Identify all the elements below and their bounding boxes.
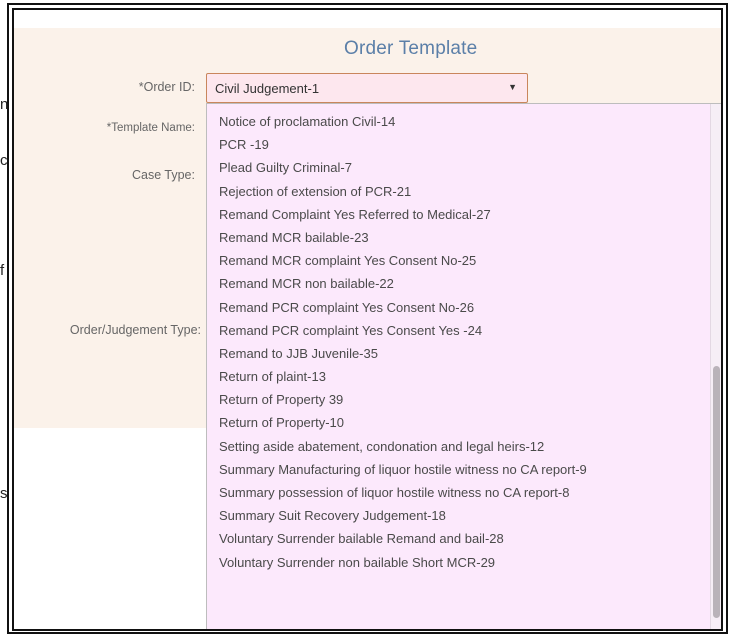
edge-text-fragment: s: [0, 485, 8, 502]
dropdown-option[interactable]: Remand PCR complaint Yes Consent No-26: [219, 296, 721, 319]
dropdown-option[interactable]: Summary possession of liquor hostile wit…: [219, 481, 721, 504]
dropdown-option[interactable]: Setting aside abatement, condonation and…: [219, 435, 721, 458]
order-template-window: Order Template *Order ID: *Template Name…: [12, 8, 723, 631]
dropdown-option[interactable]: Summary Suit Recovery Judgement-18: [219, 504, 721, 527]
dropdown-option[interactable]: Voluntary Surrender non bailable Short M…: [219, 551, 721, 574]
dropdown-option[interactable]: Remand MCR complaint Yes Consent No-25: [219, 249, 721, 272]
order-id-selected-value: Civil Judgement-1: [215, 81, 320, 96]
edge-text-fragment: n: [0, 96, 9, 113]
dropdown-option[interactable]: PCR -19: [219, 133, 721, 156]
edge-text-fragment: c: [0, 152, 8, 169]
template-name-label: *Template Name:: [106, 122, 195, 134]
dropdown-option[interactable]: Return of plaint-13: [219, 365, 721, 388]
chevron-down-icon: ▼: [508, 82, 517, 92]
scrollbar-thumb[interactable]: [713, 366, 720, 618]
order-id-dropdown[interactable]: Notice of proclamation Civil-14 PCR -19 …: [206, 103, 721, 629]
edge-text-fragment: f: [0, 262, 5, 279]
dropdown-option[interactable]: Remand to JJB Juvenile-35: [219, 342, 721, 365]
dropdown-option[interactable]: Remand MCR bailable-23: [219, 226, 721, 249]
case-type-label: Case Type:: [131, 168, 195, 182]
dropdown-scrollbar[interactable]: [710, 104, 721, 629]
page-title: Order Template: [344, 38, 478, 59]
dropdown-option[interactable]: Plead Guilty Criminal-7: [219, 156, 721, 179]
dropdown-list: Notice of proclamation Civil-14 PCR -19 …: [207, 104, 721, 574]
order-id-label: *Order ID:: [138, 80, 195, 94]
dropdown-option[interactable]: Remand MCR non bailable-22: [219, 272, 721, 295]
order-judgement-type-label: Order/Judgement Type:: [69, 323, 201, 337]
dropdown-option[interactable]: Notice of proclamation Civil-14: [219, 110, 721, 133]
order-id-select[interactable]: Civil Judgement-1 ▼: [206, 73, 528, 103]
dropdown-option[interactable]: Rejection of extension of PCR-21: [219, 180, 721, 203]
dropdown-option[interactable]: Remand Complaint Yes Referred to Medical…: [219, 203, 721, 226]
dropdown-option[interactable]: Remand PCR complaint Yes Consent Yes -24: [219, 319, 721, 342]
dropdown-option[interactable]: Summary Manufacturing of liquor hostile …: [219, 458, 721, 481]
dropdown-option[interactable]: Return of Property 39: [219, 388, 721, 411]
dropdown-option[interactable]: Return of Property-10: [219, 411, 721, 434]
dropdown-option[interactable]: Voluntary Surrender bailable Remand and …: [219, 527, 721, 550]
